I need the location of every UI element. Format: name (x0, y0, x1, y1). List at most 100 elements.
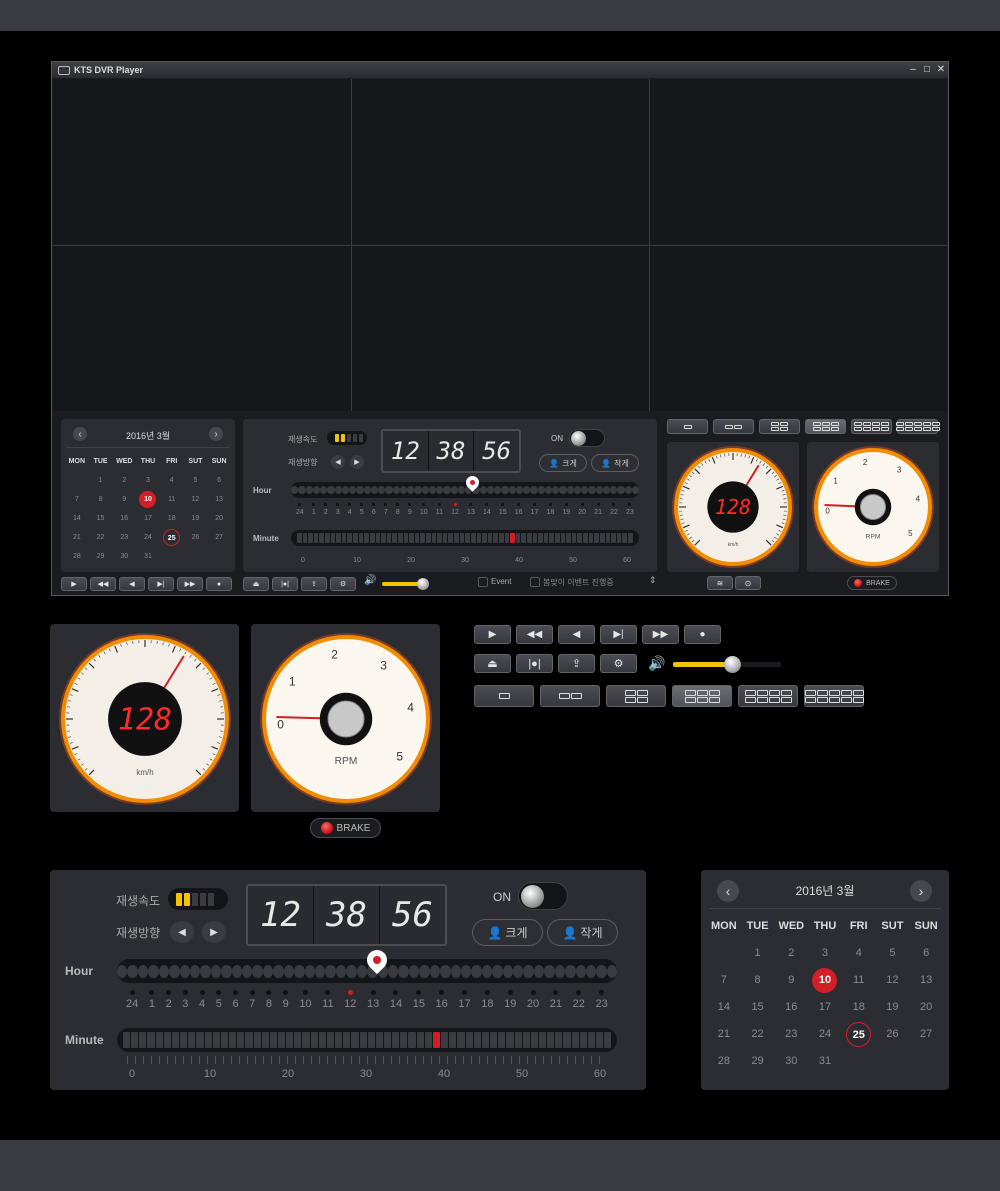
play-button[interactable]: ▶ (61, 577, 87, 591)
minute-bar[interactable] (163, 1032, 171, 1048)
minute-bar[interactable] (583, 532, 588, 544)
hour-dot[interactable] (502, 964, 514, 978)
volume-slider[interactable] (382, 578, 456, 590)
hour-tick[interactable]: 12 (451, 503, 459, 516)
hour-dot[interactable] (189, 964, 201, 978)
cal-next-button[interactable]: › (910, 880, 932, 902)
hour-dot[interactable] (566, 486, 574, 494)
wifi-icon[interactable]: ≋ (707, 576, 733, 590)
hour-dot[interactable] (515, 486, 523, 494)
minute-bar[interactable] (381, 532, 386, 544)
day-cell[interactable]: 11 (160, 490, 184, 509)
minute-bar[interactable] (426, 532, 431, 544)
hour-tick[interactable]: 1 (149, 990, 155, 1010)
minute-bar[interactable] (538, 532, 543, 544)
hour-dot[interactable] (554, 964, 566, 978)
hour-dot[interactable] (346, 964, 357, 978)
hour-dot[interactable] (363, 486, 371, 494)
hour-tick[interactable]: 23 (626, 503, 634, 516)
minute-bar[interactable] (375, 1032, 383, 1048)
hour-tick[interactable]: 2 (166, 990, 172, 1010)
minute-bar[interactable] (532, 532, 538, 544)
minute-bar[interactable] (171, 1032, 180, 1048)
hour-tick[interactable]: 24 (126, 990, 138, 1010)
minute-bar[interactable] (392, 532, 397, 544)
hour-tick[interactable]: 5 (216, 990, 222, 1010)
hour-dot[interactable] (533, 964, 545, 978)
day-cell[interactable]: 20 (909, 994, 943, 1021)
hour-dot[interactable] (443, 486, 451, 494)
hour-tick[interactable]: 12 (344, 990, 356, 1010)
hour-dot[interactable] (117, 964, 128, 978)
day-cell[interactable]: 30 (112, 547, 136, 566)
minute-bar[interactable] (229, 1032, 237, 1048)
minute-bar[interactable] (588, 532, 594, 544)
step-back-button[interactable]: ◀ (558, 625, 595, 644)
shrink-button[interactable]: 👤 작게 (547, 919, 618, 946)
day-cell[interactable]: 4 (842, 940, 876, 967)
minute-bar[interactable] (180, 1032, 188, 1048)
hour-dot[interactable] (200, 964, 211, 978)
hour-tick[interactable]: 3 (336, 503, 340, 516)
minute-bar[interactable] (375, 532, 381, 544)
hour-tick[interactable]: 9 (408, 503, 412, 516)
hour-track[interactable] (117, 945, 618, 983)
minute-bar[interactable] (622, 532, 627, 544)
hour-dot[interactable] (283, 964, 295, 978)
day-cell[interactable]: 10 (808, 967, 842, 994)
minute-bar[interactable] (318, 1032, 326, 1048)
enlarge-button[interactable]: 👤 크게 (539, 454, 587, 472)
hour-dot[interactable] (334, 486, 342, 494)
hour-dot[interactable] (436, 486, 444, 494)
rewind-button[interactable]: ◀◀ (90, 577, 116, 591)
hour-tick[interactable]: 7 (249, 990, 255, 1010)
hour-dot[interactable] (602, 486, 610, 494)
minute-bar[interactable] (358, 532, 364, 544)
hour-tick[interactable]: 14 (390, 990, 402, 1010)
minute-track[interactable] (117, 1028, 617, 1052)
cal-next-button[interactable]: › (209, 427, 223, 441)
hour-tick[interactable]: 10 (420, 503, 428, 516)
hour-tick[interactable]: 20 (578, 503, 586, 516)
minute-bar[interactable] (245, 1032, 253, 1048)
next-frame-button[interactable]: ▶| (600, 625, 637, 644)
hour-dot[interactable] (552, 486, 560, 494)
minute-bar[interactable] (515, 532, 521, 544)
speed-indicator[interactable] (168, 888, 228, 910)
forward-direction-button[interactable]: ▶ (202, 921, 226, 943)
record-button[interactable]: ● (684, 625, 721, 644)
minute-bar[interactable] (302, 1032, 310, 1048)
on-toggle[interactable] (518, 882, 568, 910)
hour-dot[interactable] (450, 964, 461, 978)
hour-dot[interactable] (565, 964, 576, 978)
minute-bar[interactable] (587, 1032, 596, 1048)
hour-dot[interactable] (356, 486, 364, 494)
hour-tick[interactable]: 21 (594, 503, 602, 516)
day-cell[interactable]: 5 (184, 471, 208, 490)
day-cell[interactable]: 9 (774, 967, 808, 994)
eject-button[interactable]: ⏏ (474, 654, 511, 673)
hour-dot[interactable] (315, 964, 326, 978)
minute-bar[interactable] (510, 532, 515, 544)
hour-dot[interactable] (387, 964, 399, 978)
minute-bar[interactable] (571, 532, 577, 544)
hour-dot[interactable] (544, 486, 552, 494)
minute-bar[interactable] (522, 1032, 530, 1048)
minute-bar[interactable] (459, 532, 465, 544)
minute-bar[interactable] (498, 532, 504, 544)
day-cell[interactable]: 25 (842, 1021, 876, 1048)
day-cell[interactable]: 5 (876, 940, 910, 967)
minute-bar[interactable] (481, 1032, 490, 1048)
hour-dot[interactable] (158, 964, 170, 978)
hour-tick[interactable]: 19 (504, 990, 516, 1010)
day-cell[interactable]: 7 (707, 967, 741, 994)
minute-bar[interactable] (432, 1032, 441, 1048)
hour-tick[interactable]: 11 (322, 990, 334, 1010)
minute-bar[interactable] (302, 532, 308, 544)
minute-bar[interactable] (341, 532, 347, 544)
minute-bar[interactable] (498, 1032, 506, 1048)
hour-track[interactable] (291, 473, 639, 498)
reverse-direction-button[interactable]: ◀ (331, 455, 345, 469)
minute-bar[interactable] (237, 1032, 245, 1048)
reverse-direction-button[interactable]: ◀ (170, 921, 194, 943)
